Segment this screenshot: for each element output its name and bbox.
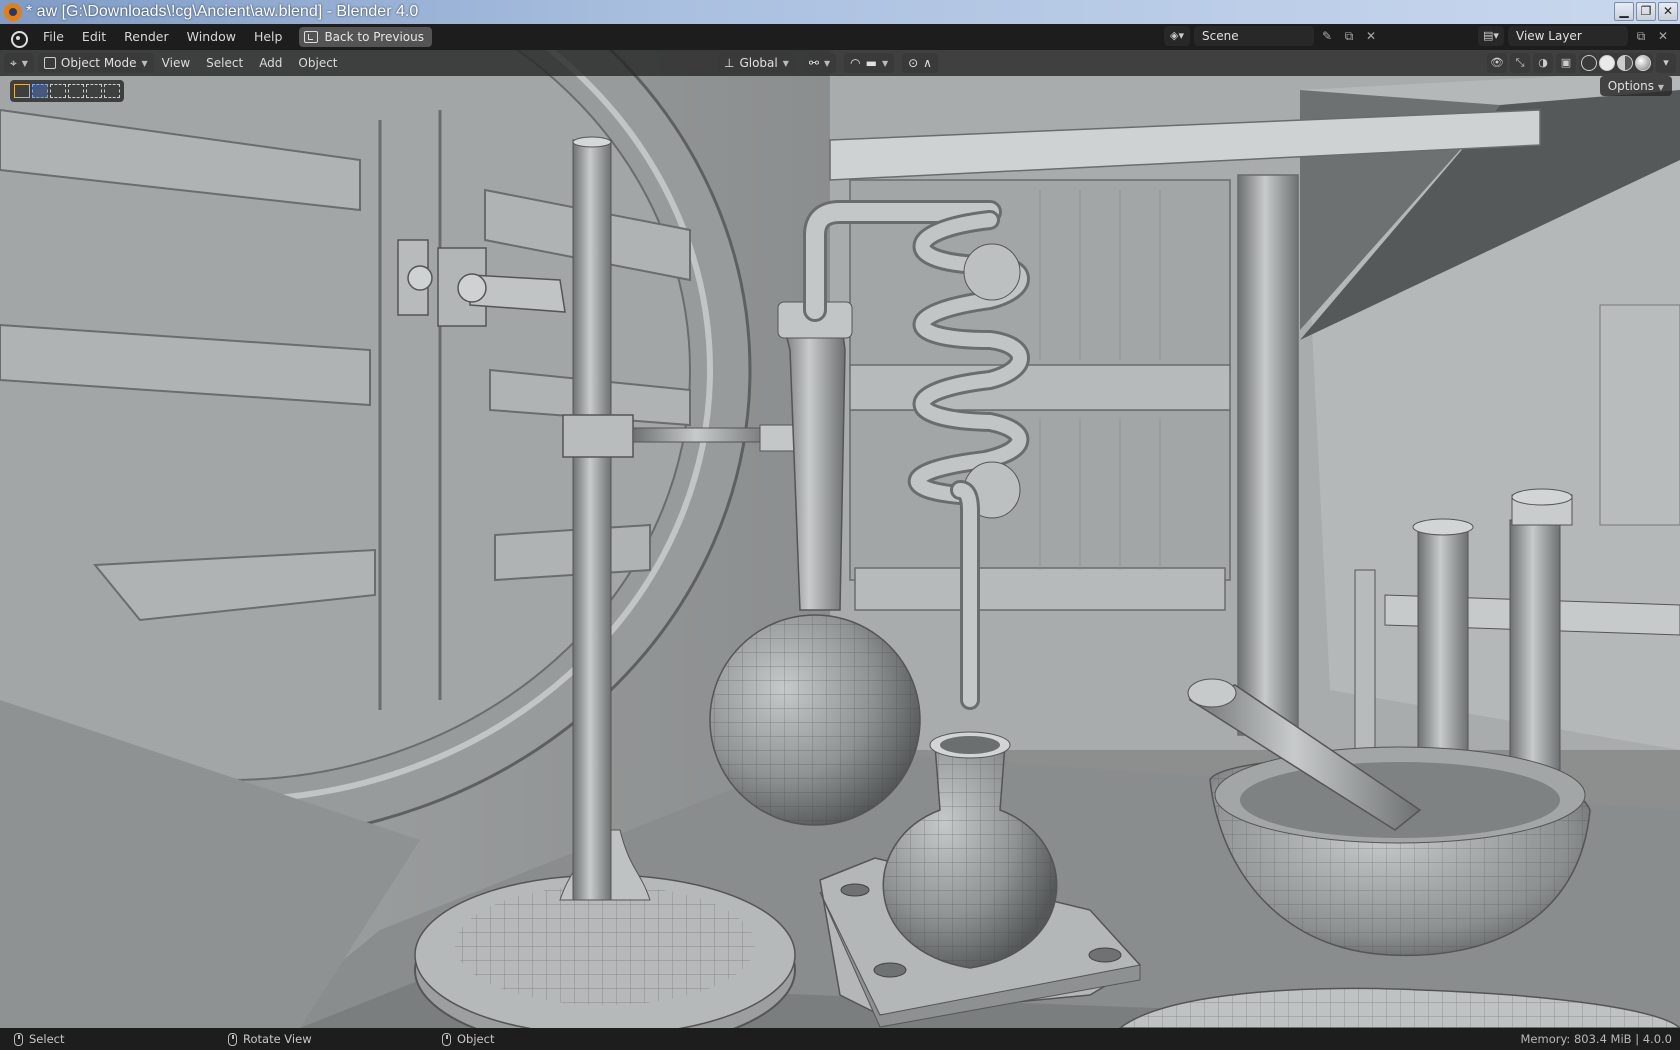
back-to-previous-label: Back to Previous (324, 30, 424, 44)
select-subtract-icon[interactable] (68, 84, 84, 98)
status-right-click: Object (442, 1032, 642, 1046)
scene-selector: ◈▾ Scene ✎ ⧉ ✕ (1164, 26, 1380, 46)
material-icon[interactable] (1617, 55, 1633, 71)
3d-viewport[interactable]: ⌖ ▼ Object Mode ▼ View Select Add Object … (0, 50, 1680, 1028)
status-middle-click-label: Rotate View (243, 1032, 312, 1046)
xray-icon[interactable]: ▣ (1556, 53, 1576, 73)
delete-scene-icon[interactable]: ✕ (1362, 26, 1380, 46)
blender-logo-icon[interactable] (8, 27, 28, 48)
viewport-display-tools: 👁 ⤡ ◑ ▣ ▾ (1487, 53, 1676, 73)
chevron-down-icon: ▼ (21, 58, 28, 68)
window-controls: ▁ ❐ ✕ (1614, 2, 1680, 21)
window-title: * aw [G:\Downloads\!cg\Ancient\aw.blend]… (26, 3, 419, 20)
select-new-icon[interactable] (32, 84, 48, 98)
chevron-down-icon: ▼ (782, 58, 789, 68)
status-middle-click: Rotate View (228, 1032, 428, 1046)
back-to-previous-button[interactable]: Back to Previous (299, 27, 432, 47)
blender-app-icon (4, 3, 22, 21)
pivot-selector[interactable]: ⚯ ▼ (802, 53, 837, 73)
select-extend-icon[interactable] (50, 84, 66, 98)
status-left-click: Select (14, 1032, 214, 1046)
middle-mouse-icon (228, 1032, 237, 1046)
view-layer-name: View Layer (1516, 29, 1582, 43)
select-box-tool-icon[interactable] (14, 84, 30, 98)
new-scene-icon[interactable]: ⧉ (1340, 26, 1358, 46)
view-layer-selector: ▤▾ View Layer ⧉ ✕ (1478, 26, 1672, 46)
proportional-edit-toggle[interactable]: ⊙ ∧ (902, 53, 938, 73)
scene-name-field[interactable]: Scene (1194, 26, 1314, 46)
rendered-icon[interactable] (1635, 55, 1651, 71)
select-invert-icon[interactable] (86, 84, 102, 98)
menu-help[interactable]: Help (245, 26, 292, 48)
falloff-icon: ∧ (923, 56, 932, 70)
status-right-click-label: Object (457, 1032, 495, 1046)
window-titlebar: * aw [G:\Downloads\!cg\Ancient\aw.blend]… (0, 0, 1680, 24)
proportional-edit-icon: ⊙ (908, 56, 919, 70)
restore-button[interactable]: ❐ (1636, 2, 1656, 21)
top-menubar: File Edit Render Window Help Back to Pre… (0, 24, 1680, 50)
minimize-button[interactable]: ▁ (1614, 2, 1634, 21)
delete-view-layer-icon[interactable]: ✕ (1654, 26, 1672, 46)
transform-tools: ⊥ Global ▼ ⚯ ▼ ◠ ▬ ▼ ⊙ ∧ (714, 53, 938, 73)
editor-type-icon: ⌖ (10, 55, 17, 70)
orientation-selector[interactable]: ⊥ Global ▼ (718, 53, 795, 73)
options-label: Options (1607, 79, 1655, 93)
viewport-header: ⌖ ▼ Object Mode ▼ View Select Add Object … (0, 50, 1680, 76)
pivot-icon: ⚯ (808, 56, 819, 70)
snap-toggle[interactable]: ◠ ▬ ▼ (844, 53, 895, 73)
right-mouse-icon (442, 1032, 451, 1046)
solid-icon[interactable] (1599, 55, 1615, 71)
shading-options-icon[interactable]: ▾ (1656, 53, 1676, 73)
wireframe-icon[interactable] (1581, 55, 1597, 71)
view-layer-name-field[interactable]: View Layer (1508, 26, 1628, 46)
scene-browse-icon[interactable]: ◈▾ (1164, 26, 1190, 46)
mode-label: Object Mode (60, 56, 137, 70)
pin-icon[interactable]: ✎ (1318, 26, 1336, 46)
select-intersect-icon[interactable] (104, 84, 120, 98)
menu-view[interactable]: View (154, 53, 198, 73)
chevron-down-icon: ▼ (823, 58, 831, 68)
menu-object[interactable]: Object (290, 53, 345, 73)
close-button[interactable]: ✕ (1658, 2, 1678, 21)
menu-add[interactable]: Add (251, 53, 290, 73)
menu-select[interactable]: Select (198, 53, 251, 73)
magnet-icon: ◠ (850, 56, 861, 70)
transform-orientation-icon: ⊥ (724, 56, 735, 70)
orientation-label: Global (739, 56, 778, 70)
memory-status: Memory: 803.4 MiB | 4.0.0 (1520, 1032, 1673, 1046)
menu-edit[interactable]: Edit (73, 26, 115, 48)
new-view-layer-icon[interactable]: ⧉ (1632, 26, 1650, 46)
overlay-icon[interactable]: ◑ (1533, 53, 1553, 73)
viewport-scene (0, 50, 1680, 1028)
chevron-down-icon: ▼ (881, 58, 889, 68)
editor-type-button[interactable]: ⌖ ▼ (4, 53, 34, 73)
menu-file[interactable]: File (34, 26, 73, 48)
chevron-down-icon: ▼ (1657, 83, 1664, 92)
chevron-down-icon: ▼ (141, 58, 148, 68)
menu-render[interactable]: Render (115, 26, 178, 48)
visibility-icon[interactable]: 👁 (1487, 53, 1507, 73)
left-mouse-icon (14, 1032, 23, 1046)
status-left-click-label: Select (29, 1032, 65, 1046)
status-bar: Select Rotate View Object Memory: 803.4 … (0, 1028, 1680, 1050)
shading-modes (1579, 53, 1653, 73)
mode-selector[interactable]: Object Mode ▼ (37, 53, 154, 73)
snap-increment-icon: ▬ (865, 56, 877, 70)
menu-window[interactable]: Window (178, 26, 245, 48)
object-mode-icon (43, 57, 56, 69)
gizmo-icon[interactable]: ⤡ (1510, 53, 1530, 73)
back-to-previous-icon (304, 31, 319, 43)
options-button[interactable]: Options ▼ (1599, 76, 1672, 96)
scene-name: Scene (1202, 29, 1239, 43)
view-layer-browse-icon[interactable]: ▤▾ (1478, 26, 1504, 46)
selection-mode-tools (10, 80, 124, 102)
